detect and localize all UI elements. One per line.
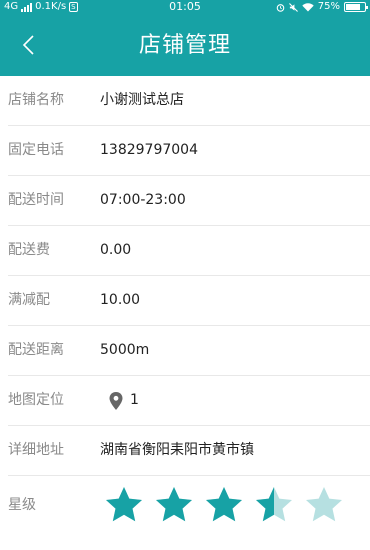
phone-label: 固定电话	[8, 142, 64, 158]
page-title: 店铺管理	[138, 33, 231, 58]
star-rating-row: 星级	[8, 476, 370, 534]
star-empty-icon[interactable]	[304, 485, 344, 525]
map-location-row[interactable]: 地图定位 1	[8, 376, 370, 426]
star-filled-icon[interactable]	[104, 485, 144, 525]
delivery-time-row: 配送时间 07:00-23:00	[8, 176, 370, 226]
alarm-icon	[276, 3, 285, 12]
delivery-fee-label: 配送费	[8, 242, 50, 258]
battery-percent: 75%	[317, 1, 340, 12]
min-order-value: 10.00	[100, 292, 141, 308]
delivery-distance-value: 5000m	[100, 342, 150, 358]
star-rating	[104, 485, 344, 525]
battery-level-fill	[346, 4, 360, 10]
store-management-screen: 4G 0.1K/s S 01:05 75% 店铺管理 店铺名称 小谢测试总店 固…	[0, 0, 370, 550]
map-location-value: 1	[130, 392, 139, 408]
delivery-distance-row: 配送距离 5000m	[8, 326, 370, 376]
wifi-icon	[302, 2, 314, 11]
delivery-distance-label: 配送距离	[8, 342, 64, 358]
app-header: 店铺管理	[0, 14, 370, 76]
store-info-list: 店铺名称 小谢测试总店 固定电话 13829797004 配送时间 07:00-…	[0, 76, 370, 534]
min-order-label: 满减配	[8, 292, 50, 308]
address-value: 湖南省衡阳耒阳市黄市镇	[100, 442, 254, 458]
phone-value: 13829797004	[100, 142, 198, 158]
star-filled-icon[interactable]	[154, 485, 194, 525]
phone-row: 固定电话 13829797004	[8, 126, 370, 176]
delivery-time-value: 07:00-23:00	[100, 192, 186, 208]
battery-icon	[344, 2, 368, 12]
store-name-row: 店铺名称 小谢测试总店	[8, 76, 370, 126]
star-filled-icon[interactable]	[204, 485, 244, 525]
store-name-label: 店铺名称	[8, 92, 64, 108]
store-name-value: 小谢测试总店	[100, 92, 184, 108]
star-rating-label: 星级	[8, 497, 36, 513]
map-pin-icon	[109, 392, 123, 410]
star-half-icon[interactable]	[254, 485, 294, 525]
min-order-row: 满减配 10.00	[8, 276, 370, 326]
status-bar: 4G 0.1K/s S 01:05 75%	[0, 0, 370, 14]
address-label: 详细地址	[8, 442, 64, 458]
delivery-time-label: 配送时间	[8, 192, 64, 208]
map-location-label: 地图定位	[8, 392, 64, 408]
address-row: 详细地址 湖南省衡阳耒阳市黄市镇	[8, 426, 370, 476]
mute-icon	[288, 2, 298, 12]
status-right: 75%	[276, 0, 368, 14]
delivery-fee-value: 0.00	[100, 242, 132, 258]
delivery-fee-row: 配送费 0.00	[8, 226, 370, 276]
